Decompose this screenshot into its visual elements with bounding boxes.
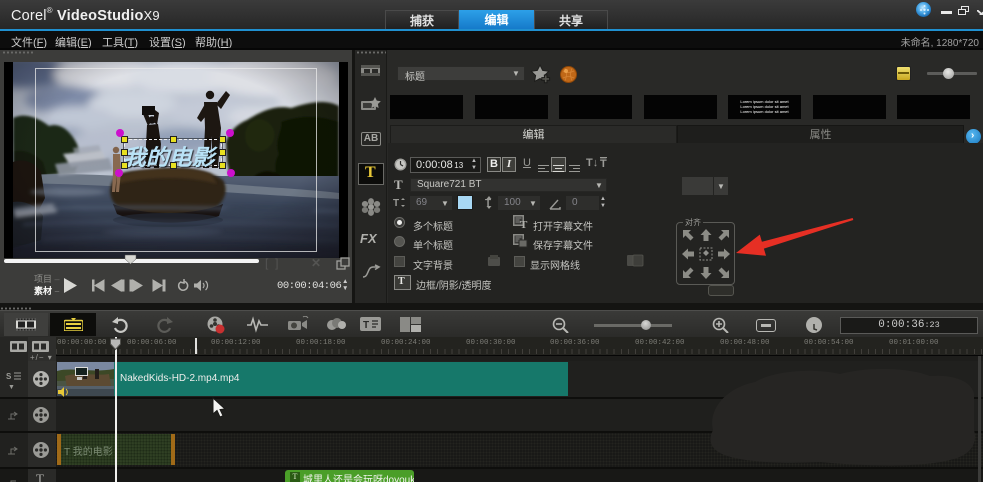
svg-text:T: T bbox=[363, 320, 369, 331]
svg-text:S: S bbox=[6, 372, 12, 381]
svg-text:T: T bbox=[520, 219, 528, 229]
svg-text:T: T bbox=[393, 198, 399, 209]
svg-text:T: T bbox=[485, 198, 491, 209]
